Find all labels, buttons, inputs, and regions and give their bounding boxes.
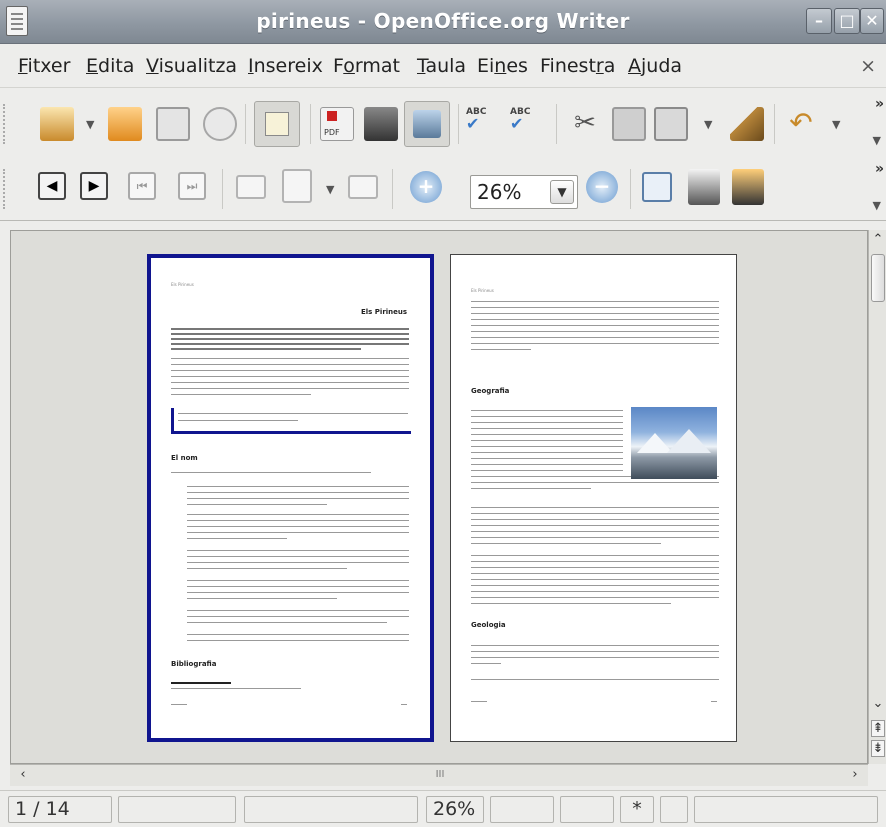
print-page-view-icon[interactable] xyxy=(732,169,764,205)
scroll-down-icon[interactable]: ⌄ xyxy=(871,696,885,711)
zoom-in-icon[interactable]: + xyxy=(410,171,442,203)
menu-taula[interactable]: Taula xyxy=(417,55,466,77)
fullscreen-icon[interactable] xyxy=(642,172,672,202)
copy-icon[interactable] xyxy=(612,107,646,141)
open-folder-icon[interactable] xyxy=(108,107,142,141)
toolbar-grip[interactable] xyxy=(3,169,9,209)
horizontal-scroll-thumb[interactable]: III xyxy=(428,769,452,780)
toolbar2-options-icon[interactable]: ▼ xyxy=(873,199,881,212)
menu-format[interactable]: Format xyxy=(333,55,400,77)
undo-dropdown-icon[interactable]: ▼ xyxy=(832,118,840,131)
edit-mode-button[interactable] xyxy=(254,101,300,147)
previous-page-nav-icon[interactable]: ⇞ xyxy=(871,720,885,737)
paste-dropdown-icon[interactable]: ▼ xyxy=(704,118,712,131)
next-page-icon[interactable]: ▶ xyxy=(80,172,108,200)
cut-icon[interactable]: ✂ xyxy=(568,107,602,141)
paste-icon[interactable] xyxy=(654,107,688,141)
first-page-icon[interactable]: ⏮ xyxy=(128,172,156,200)
section-heading: Bibliografia xyxy=(171,660,217,668)
language-field[interactable] xyxy=(244,796,418,823)
zoom-dropdown-button[interactable]: ▼ xyxy=(550,180,574,204)
page-header: Els Pirineus xyxy=(471,288,494,293)
last-page-icon[interactable]: ⏭ xyxy=(178,172,206,200)
page-indicator[interactable]: 1 / 14 xyxy=(8,796,112,823)
toolbar2-overflow-icon[interactable]: » xyxy=(875,161,884,177)
page-style-field[interactable] xyxy=(118,796,236,823)
menu-insereix[interactable]: Insereix xyxy=(248,55,323,77)
section-heading: El nom xyxy=(171,454,198,462)
horizontal-scrollbar[interactable]: ‹ III › xyxy=(10,764,868,786)
next-page-nav-icon[interactable]: ⇟ xyxy=(871,740,885,757)
menu-ajuda[interactable]: Ajuda xyxy=(628,55,682,77)
page-title: Els Pirineus xyxy=(361,308,408,316)
send-email-icon[interactable] xyxy=(203,107,237,141)
export-pdf-icon[interactable]: PDF xyxy=(320,107,354,141)
print-options-icon[interactable] xyxy=(688,169,720,205)
print-preview-icon xyxy=(413,110,441,138)
edit-mode-icon xyxy=(265,112,289,136)
save-icon[interactable] xyxy=(156,107,190,141)
preview-page-2[interactable]: Els Pirineus Geografia Geologia xyxy=(450,254,737,742)
menu-edita[interactable]: Edita xyxy=(86,55,134,77)
zoom-value: 26% xyxy=(477,180,522,204)
toolbar1-options-icon[interactable]: ▼ xyxy=(873,134,881,147)
maximize-button[interactable]: □ xyxy=(834,8,860,34)
minimize-button[interactable]: – xyxy=(806,8,832,34)
selection-mode-field[interactable] xyxy=(560,796,614,823)
document-modified-indicator[interactable]: * xyxy=(620,796,654,823)
multi-page-icon[interactable] xyxy=(282,169,312,203)
menu-fitxer[interactable]: Fitxer xyxy=(18,55,70,77)
autospellcheck-icon[interactable]: ABC ✔ xyxy=(510,107,544,141)
print-preview-button[interactable] xyxy=(404,101,450,147)
standard-toolbar: ▼ PDF ABC ✔ ABC ✔ ✂ ▼ ↶ ▼ » ▼ xyxy=(0,90,886,156)
previous-page-icon[interactable]: ◀ xyxy=(38,172,66,200)
format-paintbrush-icon[interactable] xyxy=(730,107,764,141)
new-dropdown-icon[interactable]: ▼ xyxy=(86,118,94,131)
section-heading: Geologia xyxy=(471,621,506,629)
multi-page-dropdown-icon[interactable]: ▼ xyxy=(326,183,334,196)
book-preview-icon[interactable] xyxy=(348,175,378,199)
page-preview-area[interactable]: Els Pirineus Els Pirineus El nom Bibliog… xyxy=(10,230,868,764)
mountain-photo xyxy=(631,407,717,479)
toolbar1-overflow-icon[interactable]: » xyxy=(875,96,884,112)
vertical-scrollbar[interactable]: ⌃ ⌄ ⇞ ⇟ xyxy=(868,230,886,764)
undo-icon[interactable]: ↶ xyxy=(784,107,818,141)
insert-mode-field[interactable] xyxy=(490,796,554,823)
zoom-out-icon[interactable]: − xyxy=(586,171,618,203)
menu-bar: Fitxer Edita Visualitza Insereix Format Taula… xyxy=(0,44,886,88)
page-header: Els Pirineus xyxy=(171,282,194,287)
status-bar: 1 / 14 26% * xyxy=(0,790,886,827)
menu-visualitza[interactable]: Visualitza xyxy=(146,55,237,77)
title-bar[interactable]: pirineus - OpenOffice.org Writer – □ ✕ xyxy=(0,0,886,44)
zoom-combo[interactable]: 26% ▼ xyxy=(470,175,578,209)
section-heading: Geografia xyxy=(471,387,510,395)
scroll-right-icon[interactable]: › xyxy=(848,767,862,782)
scroll-left-icon[interactable]: ‹ xyxy=(16,767,30,782)
preview-page-1[interactable]: Els Pirineus Els Pirineus El nom Bibliog… xyxy=(147,254,434,742)
menu-finestra[interactable]: Finestra xyxy=(540,55,615,77)
window-title: pirineus - OpenOffice.org Writer xyxy=(256,9,630,33)
application-window: pirineus - OpenOffice.org Writer – □ ✕ F… xyxy=(0,0,886,827)
new-document-icon[interactable] xyxy=(40,107,74,141)
close-window-button[interactable]: ✕ xyxy=(860,8,884,34)
toolbar-grip[interactable] xyxy=(3,104,9,144)
close-document-button[interactable]: × xyxy=(860,55,876,77)
print-icon[interactable] xyxy=(364,107,398,141)
digital-signature-field[interactable] xyxy=(660,796,688,823)
vertical-scroll-thumb[interactable] xyxy=(871,254,885,302)
scroll-up-icon[interactable]: ⌃ xyxy=(871,232,885,247)
menu-eines[interactable]: Eines xyxy=(477,55,528,77)
two-pages-icon[interactable] xyxy=(236,175,266,199)
spellcheck-icon[interactable]: ABC ✔ xyxy=(466,107,500,141)
object-info-field xyxy=(694,796,878,823)
zoom-indicator[interactable]: 26% xyxy=(426,796,484,823)
page-preview-toolbar: ◀ ▶ ⏮ ⏭ ▼ + 26% ▼ − » ▼ xyxy=(0,157,886,221)
